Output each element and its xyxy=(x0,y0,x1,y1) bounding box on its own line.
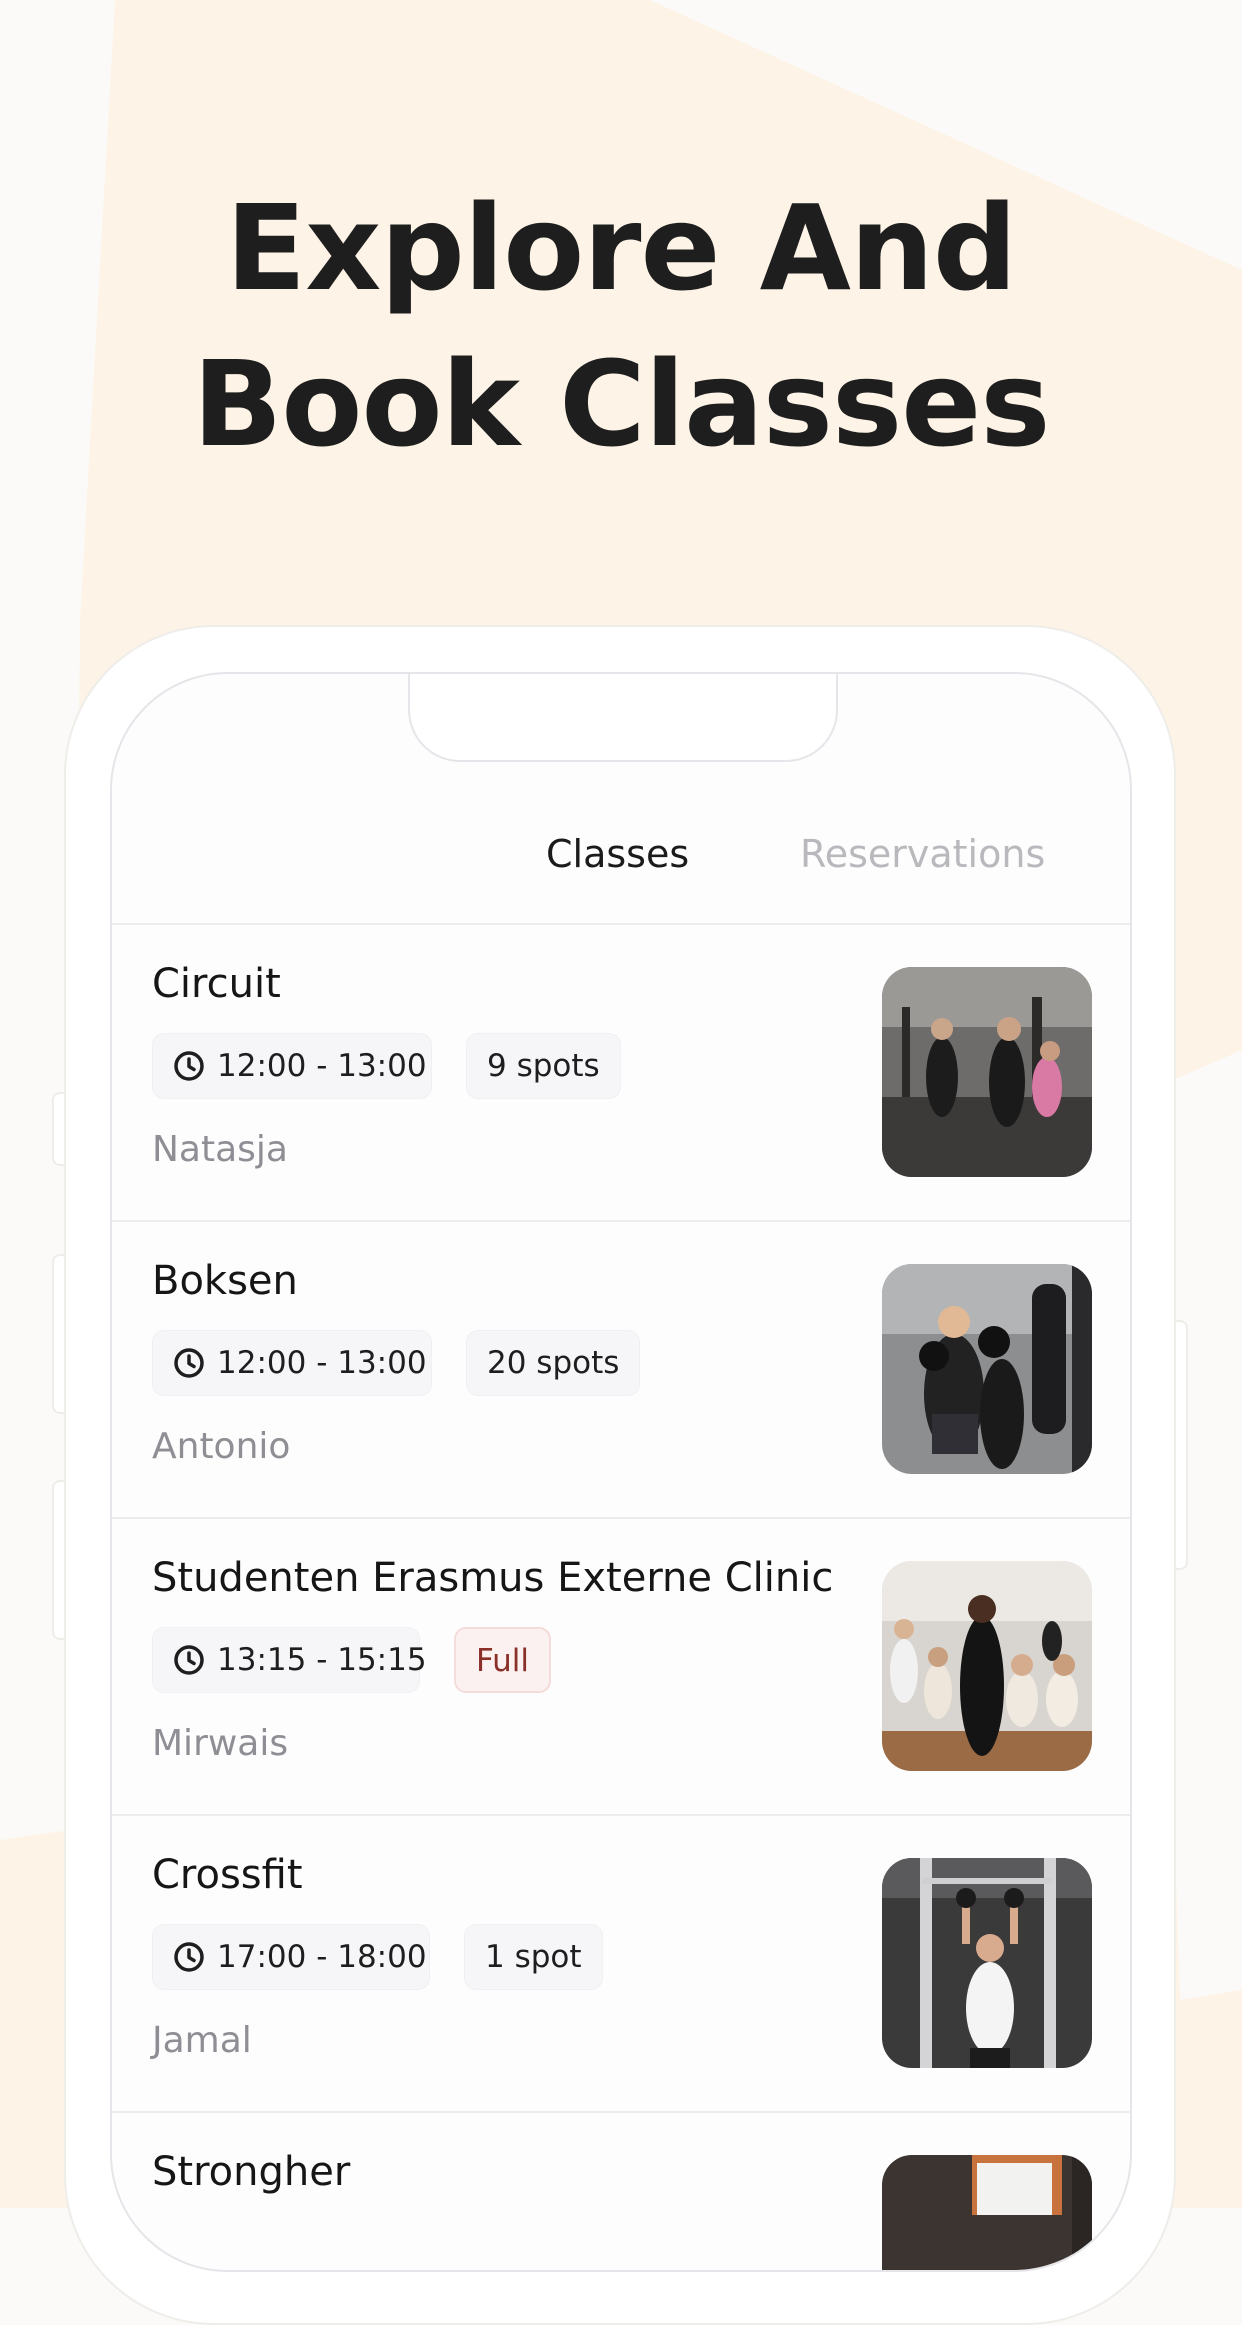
class-title: Circuit xyxy=(152,961,281,1007)
time-text: 12:00 - 13:00 xyxy=(217,1345,427,1381)
headline: Explore And Book Classes xyxy=(0,170,1242,482)
class-row[interactable]: Strongher xyxy=(112,2113,1130,2270)
group-clinic-photo xyxy=(882,1561,1092,1771)
headline-line-1: Explore And xyxy=(225,179,1018,317)
time-chip: 17:00 - 18:00 xyxy=(152,1924,430,1990)
clock-icon xyxy=(174,1051,204,1081)
class-row[interactable]: Boksen 12:00 - 13:00 20 spots Antonio xyxy=(112,1222,1130,1519)
tab-classes[interactable]: Classes xyxy=(546,824,689,884)
time-chip: 12:00 - 13:00 xyxy=(152,1330,432,1396)
time-text: 17:00 - 18:00 xyxy=(217,1939,427,1975)
phone-screen: Classes Reservations Circuit 12:00 - 13:… xyxy=(110,672,1132,2272)
time-chip: 13:15 - 15:15 xyxy=(152,1627,427,1693)
spots-chip: 9 spots xyxy=(466,1033,621,1099)
class-row[interactable]: Studenten Erasmus Externe Clinic 13:15 -… xyxy=(112,1519,1130,1816)
instructor-name: Jamal xyxy=(152,2020,252,2061)
clock-icon xyxy=(174,1645,204,1675)
full-badge: Full xyxy=(454,1627,552,1693)
phone-volume-down xyxy=(52,1480,66,1640)
spots-chip: 1 spot xyxy=(464,1924,603,1990)
time-text: 13:15 - 15:15 xyxy=(217,1642,427,1678)
class-title: Strongher xyxy=(152,2149,351,2195)
time-chip: 12:00 - 13:00 xyxy=(152,1033,432,1099)
class-title: Crossfit xyxy=(152,1852,303,1898)
clock-icon xyxy=(174,1348,204,1378)
crossfit-photo xyxy=(882,1858,1092,2068)
instructor-name: Mirwais xyxy=(152,1723,289,1764)
class-title: Boksen xyxy=(152,1258,298,1304)
time-text: 12:00 - 13:00 xyxy=(217,1048,427,1084)
phone-power-button xyxy=(1174,1320,1188,1570)
tab-reservations[interactable]: Reservations xyxy=(800,824,1045,884)
phone-mute-switch xyxy=(52,1092,66,1166)
phone-notch xyxy=(408,674,838,762)
instructor-name: Natasja xyxy=(152,1129,288,1170)
tab-bar: Classes Reservations xyxy=(112,824,1130,884)
strongher-photo xyxy=(882,2155,1092,2270)
gym-circuit-photo xyxy=(882,967,1092,1177)
headline-line-2: Book Classes xyxy=(192,335,1050,473)
instructor-name: Antonio xyxy=(152,1426,291,1467)
phone-volume-up xyxy=(52,1254,66,1414)
spots-chip: 20 spots xyxy=(466,1330,641,1396)
class-row[interactable]: Circuit 12:00 - 13:00 9 spots Natasja xyxy=(112,925,1130,1222)
boxing-photo xyxy=(882,1264,1092,1474)
class-row[interactable]: Crossfit 17:00 - 18:00 1 spot Jamal xyxy=(112,1816,1130,2113)
class-list: Circuit 12:00 - 13:00 9 spots Natasja Bo… xyxy=(112,925,1130,2270)
clock-icon xyxy=(174,1942,204,1972)
class-title: Studenten Erasmus Externe Clinic xyxy=(152,1555,834,1601)
